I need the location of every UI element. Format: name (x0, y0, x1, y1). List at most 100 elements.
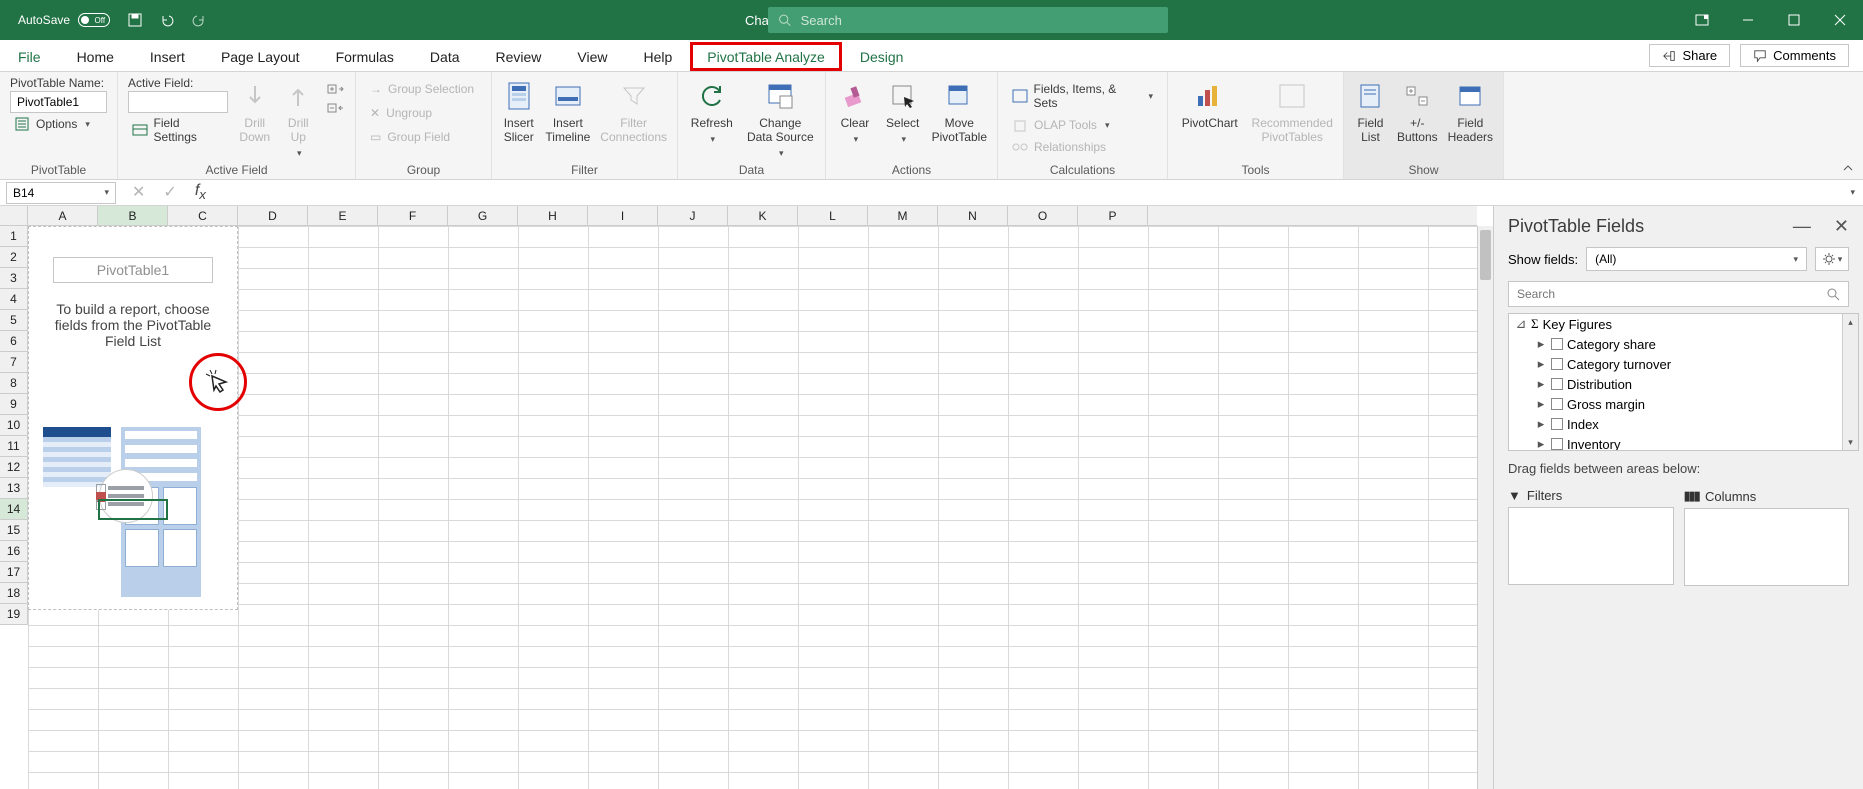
field-settings-button[interactable]: Field Settings (128, 114, 228, 146)
plus-minus-buttons-button[interactable]: +/- Buttons (1397, 76, 1438, 144)
pivottable-placeholder[interactable]: PivotTable1 To build a report, choose fi… (28, 226, 238, 610)
insert-slicer-button[interactable]: Insert Slicer (502, 76, 535, 144)
column-header[interactable]: F (378, 206, 448, 225)
search-box[interactable] (768, 7, 1168, 33)
vertical-scrollbar[interactable] (1477, 226, 1493, 789)
refresh-button[interactable]: Refresh▾ (688, 76, 736, 145)
row-header[interactable]: 6 (0, 331, 27, 352)
ribbon-display-icon[interactable] (1679, 0, 1725, 40)
column-header[interactable]: B (98, 206, 168, 225)
insert-timeline-button[interactable]: Insert Timeline (545, 76, 590, 144)
tab-help[interactable]: Help (626, 43, 691, 71)
row-header[interactable]: 10 (0, 415, 27, 436)
row-header[interactable]: 11 (0, 436, 27, 457)
row-header[interactable]: 9 (0, 394, 27, 415)
column-header[interactable]: K (728, 206, 798, 225)
row-headers[interactable]: 12345678910111213141516171819 (0, 226, 28, 625)
row-header[interactable]: 15 (0, 520, 27, 541)
fields-pane-settings-button[interactable]: ▾ (1815, 247, 1849, 271)
tab-file[interactable]: File (0, 43, 59, 71)
fields-items-sets-button[interactable]: Fields, Items, & Sets▾ (1008, 80, 1157, 112)
row-header[interactable]: 5 (0, 310, 27, 331)
pivotchart-button[interactable]: PivotChart (1178, 76, 1241, 130)
clear-button[interactable]: Clear▾ (836, 76, 874, 145)
row-header[interactable]: 7 (0, 352, 27, 373)
tree-item[interactable]: ▸Distribution (1509, 374, 1858, 394)
row-header[interactable]: 16 (0, 541, 27, 562)
column-header[interactable]: L (798, 206, 868, 225)
collapse-ribbon-icon[interactable] (1839, 161, 1857, 175)
column-headers[interactable]: ABCDEFGHIJKLMNOP (28, 206, 1477, 226)
column-header[interactable]: H (518, 206, 588, 225)
row-header[interactable]: 3 (0, 268, 27, 289)
tab-page-layout[interactable]: Page Layout (203, 43, 318, 71)
tab-formulas[interactable]: Formulas (318, 43, 412, 71)
columns-drop-area[interactable] (1684, 508, 1850, 586)
row-header[interactable]: 2 (0, 247, 27, 268)
select-button[interactable]: Select▾ (884, 76, 922, 145)
column-header[interactable]: P (1078, 206, 1148, 225)
filters-drop-area[interactable] (1508, 507, 1674, 585)
column-header[interactable]: N (938, 206, 1008, 225)
column-header[interactable]: D (238, 206, 308, 225)
field-list-button[interactable]: Field List (1354, 76, 1387, 144)
worksheet-grid[interactable]: ABCDEFGHIJKLMNOP 12345678910111213141516… (0, 206, 1493, 789)
search-input[interactable] (801, 13, 1158, 28)
column-header[interactable]: C (168, 206, 238, 225)
column-header[interactable]: M (868, 206, 938, 225)
column-header[interactable]: J (658, 206, 728, 225)
tree-root-key-figures[interactable]: ⊿Σ Key Figures (1509, 314, 1858, 334)
tab-pivottable-analyze[interactable]: PivotTable Analyze (690, 42, 842, 71)
field-headers-button[interactable]: Field Headers (1448, 76, 1493, 144)
row-header[interactable]: 12 (0, 457, 27, 478)
comments-button[interactable]: Comments (1740, 44, 1849, 67)
maximize-icon[interactable] (1771, 0, 1817, 40)
row-header[interactable]: 17 (0, 562, 27, 583)
options-button[interactable]: Options▾ (10, 114, 107, 134)
column-header[interactable]: I (588, 206, 658, 225)
collapse-field-icon[interactable] (325, 103, 345, 115)
expand-field-icon[interactable] (325, 84, 345, 96)
share-button[interactable]: Share (1649, 44, 1730, 67)
tab-view[interactable]: View (559, 43, 625, 71)
autosave-state[interactable]: Off (78, 13, 110, 27)
tree-item[interactable]: ▸Index (1509, 414, 1858, 434)
row-header[interactable]: 13 (0, 478, 27, 499)
row-header[interactable]: 18 (0, 583, 27, 604)
column-header[interactable]: A (28, 206, 98, 225)
tab-data[interactable]: Data (412, 43, 478, 71)
expand-formula-icon[interactable]: ▾ (1850, 187, 1855, 198)
tree-item[interactable]: ▸Gross margin (1509, 394, 1858, 414)
redo-icon[interactable] (190, 11, 208, 29)
change-data-source-button[interactable]: Change Data Source▾ (746, 76, 815, 159)
show-fields-dropdown[interactable]: (All) ▾ (1586, 247, 1807, 271)
column-header[interactable]: O (1008, 206, 1078, 225)
row-header[interactable]: 8 (0, 373, 27, 394)
select-all-corner[interactable] (0, 206, 28, 226)
save-icon[interactable] (126, 11, 144, 29)
name-box[interactable]: B14 ▾ (6, 182, 116, 204)
tree-item[interactable]: ▸Category turnover (1509, 354, 1858, 374)
fields-search-box[interactable] (1508, 281, 1849, 307)
tab-home[interactable]: Home (59, 43, 132, 71)
fields-pane-close-icon[interactable]: ✕ (1834, 216, 1849, 236)
undo-icon[interactable] (158, 11, 176, 29)
row-header[interactable]: 19 (0, 604, 27, 625)
row-header[interactable]: 1 (0, 226, 27, 247)
row-header[interactable]: 14 (0, 499, 27, 520)
fields-search-input[interactable] (1517, 287, 1826, 301)
tab-design[interactable]: Design (842, 43, 922, 71)
chevron-down-icon[interactable]: ▾ (104, 187, 109, 198)
fields-tree[interactable]: ⊿Σ Key Figures ▸Category share▸Category … (1508, 313, 1859, 451)
column-header[interactable]: E (308, 206, 378, 225)
close-icon[interactable] (1817, 0, 1863, 40)
tree-scrollbar[interactable]: ▴▾ (1842, 314, 1858, 450)
fields-pane-minimize-icon[interactable]: — (1793, 216, 1811, 236)
tab-review[interactable]: Review (478, 43, 560, 71)
column-header[interactable]: G (448, 206, 518, 225)
tree-item[interactable]: ▸Inventory (1509, 434, 1858, 451)
pivottable-name-input[interactable] (10, 91, 107, 113)
active-field-input[interactable] (128, 91, 228, 113)
row-header[interactable]: 4 (0, 289, 27, 310)
fx-icon[interactable]: fx (195, 182, 206, 202)
